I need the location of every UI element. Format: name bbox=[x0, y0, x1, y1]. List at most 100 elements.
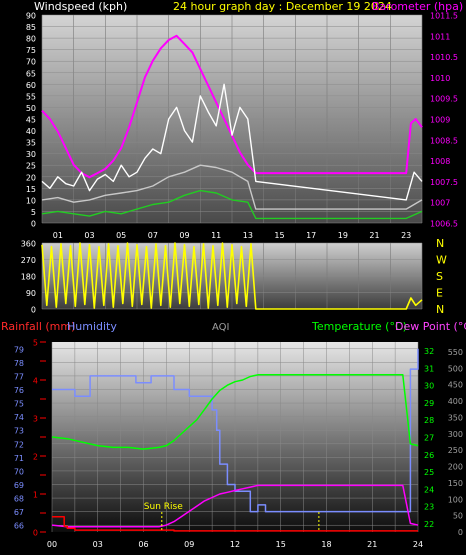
rainfall-tick-label: 1 bbox=[33, 491, 38, 500]
hour-tick-label: 15 bbox=[274, 231, 284, 240]
compass-label: S bbox=[436, 270, 443, 283]
compass-label: E bbox=[436, 287, 443, 300]
bottom-right-ticks: 3231302928272625242322550500450400350300… bbox=[424, 347, 463, 537]
windspeed-tick-label: 75 bbox=[26, 46, 36, 55]
humidity-tick-label: 76 bbox=[14, 386, 24, 395]
temperature-tick-label: 30 bbox=[424, 382, 434, 391]
hour-tick-label: 23 bbox=[401, 231, 411, 240]
aqi-tick-label: 550 bbox=[448, 348, 463, 357]
humidity-tick-label: 75 bbox=[14, 400, 24, 409]
compass-label: N bbox=[436, 237, 444, 250]
rainfall-tick-label: 3 bbox=[33, 415, 38, 424]
top-left-ticks: 908580757065605550454035302520151050 bbox=[26, 12, 36, 229]
humidity-tick-label: 70 bbox=[14, 467, 24, 476]
windspeed-tick-label: 65 bbox=[26, 69, 36, 78]
hour-tick-label: 03 bbox=[93, 540, 103, 549]
sunrise-label: Sun Rise bbox=[144, 502, 183, 512]
barometer-tick-label: 1011 bbox=[430, 32, 450, 41]
barometer-tick-label: 1008 bbox=[430, 157, 450, 166]
windspeed-tick-label: 5 bbox=[31, 208, 36, 217]
wind-direction-chart: 360270180900 NWSEN bbox=[21, 237, 447, 316]
humidity-axis-label: Humidity bbox=[67, 320, 117, 333]
direction-tick-label: 270 bbox=[21, 256, 36, 265]
barometer-tick-label: 1010 bbox=[430, 74, 450, 83]
aqi-tick-label: 350 bbox=[448, 413, 463, 422]
windspeed-tick-label: 10 bbox=[26, 196, 36, 205]
hour-tick-label: 24 bbox=[413, 540, 423, 549]
windspeed-tick-label: 0 bbox=[31, 220, 36, 229]
temperature-tick-label: 27 bbox=[424, 434, 434, 443]
hour-tick-label: 11 bbox=[211, 231, 221, 240]
humidity-tick-label: 67 bbox=[14, 508, 24, 517]
aqi-axis-label: AQI bbox=[212, 322, 230, 333]
graph-title: 24 hour graph day : December 19 2024 bbox=[173, 0, 392, 13]
top-x-ticks: 01 03 05 07 09 11 13 15 17 19 21 23 bbox=[53, 231, 412, 240]
temperature-tick-label: 32 bbox=[424, 347, 434, 356]
compass-label: N bbox=[436, 303, 444, 316]
direction-tick-label: 0 bbox=[31, 306, 36, 315]
top-right-ticks: 1011.5 1011 1010.5 1010 1009.5 1009 1008.5 1008… bbox=[430, 12, 458, 229]
windspeed-tick-label: 85 bbox=[26, 23, 36, 32]
humidity-tick-label: 68 bbox=[14, 495, 24, 504]
hour-tick-label: 07 bbox=[148, 231, 158, 240]
windspeed-tick-label: 45 bbox=[26, 116, 36, 125]
hour-tick-label: 12 bbox=[230, 540, 240, 549]
direction-tick-label: 90 bbox=[26, 289, 36, 298]
aqi-tick-label: 100 bbox=[448, 495, 463, 504]
rainfall-tick-label: 4 bbox=[33, 377, 38, 386]
aqi-tick-label: 50 bbox=[453, 512, 463, 521]
hour-tick-label: 21 bbox=[367, 540, 377, 549]
temperature-tick-label: 24 bbox=[424, 485, 434, 494]
aqi-tick-label: 500 bbox=[448, 364, 463, 373]
temperature-tick-label: 31 bbox=[424, 364, 434, 373]
barometer-tick-label: 1010.5 bbox=[430, 53, 458, 62]
humidity-tick-label: 69 bbox=[14, 481, 24, 490]
rainfall-tick-label: 0 bbox=[33, 529, 38, 538]
windspeed-tick-label: 80 bbox=[26, 35, 36, 44]
humidity-tick-label: 72 bbox=[14, 440, 24, 449]
aqi-tick-label: 0 bbox=[458, 528, 463, 537]
barometer-tick-label: 1011.5 bbox=[430, 12, 458, 21]
temperature-tick-label: 22 bbox=[424, 520, 434, 529]
aqi-tick-label: 400 bbox=[448, 397, 463, 406]
compass-label: W bbox=[436, 254, 447, 267]
windspeed-tick-label: 20 bbox=[26, 173, 36, 182]
windspeed-tick-label: 50 bbox=[26, 104, 36, 113]
hour-tick-label: 21 bbox=[369, 231, 379, 240]
hour-tick-label: 09 bbox=[179, 231, 189, 240]
hour-tick-label: 17 bbox=[306, 231, 316, 240]
windspeed-tick-label: 70 bbox=[26, 58, 36, 67]
aqi-tick-label: 450 bbox=[448, 381, 463, 390]
hour-tick-label: 18 bbox=[321, 540, 331, 549]
windspeed-tick-label: 15 bbox=[26, 185, 36, 194]
hour-tick-label: 05 bbox=[116, 231, 126, 240]
windspeed-tick-label: 90 bbox=[26, 12, 36, 21]
direction-tick-label: 180 bbox=[21, 273, 36, 282]
wind-barometer-chart: 908580757065605550454035302520151050 101… bbox=[26, 12, 458, 241]
temp-humidity-chart: 7978777675747372717069686766543210 32313… bbox=[14, 339, 463, 550]
windspeed-tick-label: 25 bbox=[26, 162, 36, 171]
mid-left-ticks: 360 270 180 90 0 bbox=[21, 240, 36, 315]
barometer-tick-label: 1006.5 bbox=[430, 220, 458, 229]
hour-tick-label: 09 bbox=[184, 540, 194, 549]
hour-tick-label: 01 bbox=[53, 231, 63, 240]
humidity-tick-label: 79 bbox=[14, 345, 24, 354]
windspeed-tick-label: 60 bbox=[26, 81, 36, 90]
hour-tick-label: 00 bbox=[47, 540, 57, 549]
mid-right-ticks: NWSEN bbox=[436, 237, 447, 316]
aqi-tick-label: 150 bbox=[448, 479, 463, 488]
barometer-tick-label: 1008.5 bbox=[430, 136, 458, 145]
hour-tick-label: 19 bbox=[338, 231, 348, 240]
bottom-left-ticks: 79 78 77 76 75 74 73 72 71 70 69 68 67 66 5 4 3 2 1 0 bbox=[14, 339, 46, 538]
temperature-tick-label: 28 bbox=[424, 416, 434, 425]
humidity-tick-label: 78 bbox=[14, 359, 24, 368]
temperature-tick-label: 25 bbox=[424, 468, 434, 477]
humidity-tick-label: 71 bbox=[14, 454, 24, 463]
direction-tick-label: 360 bbox=[21, 240, 36, 249]
hour-tick-label: 13 bbox=[243, 231, 253, 240]
rainfall-tick-label: 5 bbox=[33, 339, 38, 348]
barometer-tick-label: 1007.5 bbox=[430, 178, 458, 187]
hour-tick-label: 06 bbox=[138, 540, 148, 549]
rainfall-axis-label: Rainfall (mm) bbox=[1, 320, 75, 333]
aqi-tick-label: 200 bbox=[448, 463, 463, 472]
